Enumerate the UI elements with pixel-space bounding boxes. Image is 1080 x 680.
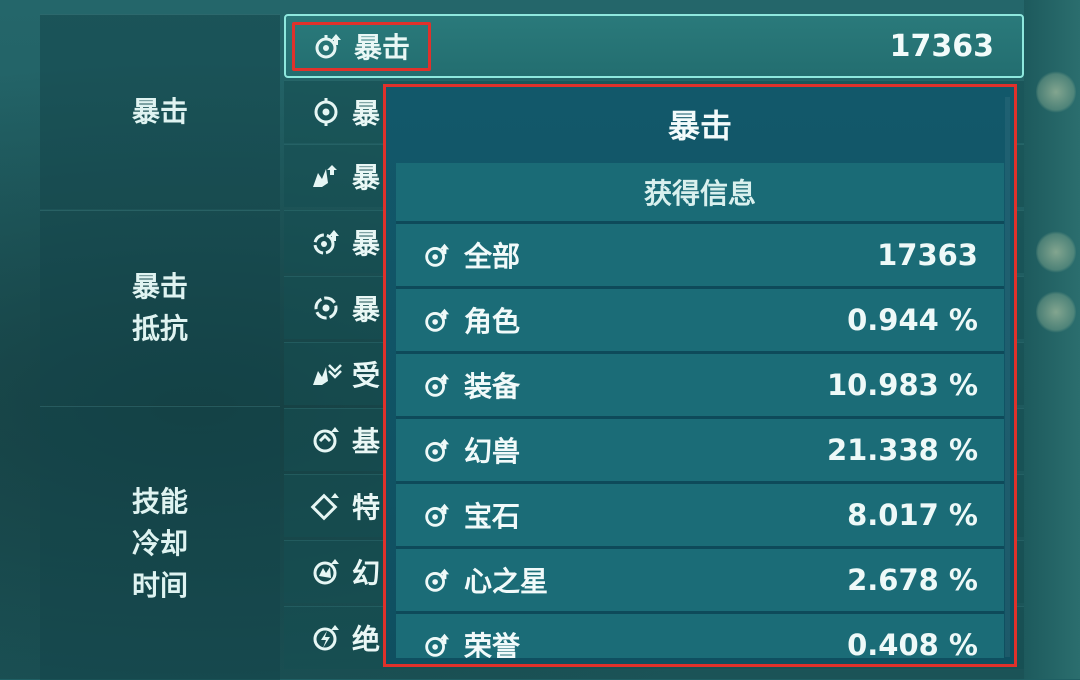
group-label: 技能 冷却 时间: [132, 481, 188, 607]
group-line: 暴击: [131, 95, 188, 128]
stat-label: 基: [352, 425, 381, 458]
source-value: 0.408 %: [847, 628, 978, 658]
cooldown-special-icon: [308, 488, 344, 524]
source-value: 2.678 %: [847, 563, 978, 597]
cooldown-beast-icon: [308, 554, 344, 590]
cooldown-ultimate-icon: [308, 620, 344, 656]
source-name: 装备: [464, 370, 521, 403]
list-item: 全部 17363: [396, 221, 1004, 286]
group-line: 冷却: [131, 526, 188, 560]
ornament-icon: [1036, 290, 1076, 334]
group-line: 暴击: [131, 270, 188, 303]
stat-label: 绝: [352, 623, 381, 656]
crit-target-icon: [308, 94, 344, 130]
group-crit: 暴击: [40, 14, 280, 209]
stat-detail-popup: 暴击 获得信息 全部 17363 角色 0.944 % 装备 10.983 % …: [383, 84, 1017, 667]
list-item: 角色 0.944 %: [396, 286, 1004, 351]
stat-label: 暴: [352, 293, 381, 326]
group-line: 抵抗: [131, 312, 188, 345]
list-item: 宝石 8.017 %: [396, 481, 1004, 546]
group-line: 时间: [131, 568, 188, 602]
source-name: 角色: [464, 305, 521, 338]
stat-label: 暴: [352, 227, 381, 260]
list-item: 荣誉 0.408 %: [396, 611, 1004, 658]
crit-resist-up-icon: [308, 224, 344, 260]
crit-resist-icon: [308, 290, 344, 326]
section-header: 获得信息: [396, 163, 1004, 221]
stat-label: 暴: [352, 97, 381, 130]
source-breakdown-list[interactable]: 获得信息 全部 17363 角色 0.944 % 装备 10.983 % 幻兽 …: [396, 163, 1004, 658]
crit-up-icon: [420, 368, 454, 402]
group-cooldown: 技能 冷却 时间: [40, 406, 280, 680]
source-value: 10.983 %: [826, 368, 978, 402]
crit-up-icon: [420, 498, 454, 532]
ornament-icon: [1036, 70, 1076, 114]
stat-label: 特: [352, 491, 381, 524]
source-name: 全部: [464, 240, 521, 273]
stat-label: 幻: [352, 557, 381, 590]
stat-value: 17363: [889, 28, 994, 64]
crit-up-icon: [420, 433, 454, 467]
source-name: 心之星: [464, 565, 549, 598]
crit-up-icon: [420, 238, 454, 272]
source-value: 17363: [877, 238, 978, 272]
cooldown-basic-icon: [308, 422, 344, 458]
highlight-box: [292, 22, 431, 71]
crit-up-icon: [420, 303, 454, 337]
crit-up-icon: [420, 563, 454, 597]
stat-label: 受: [352, 359, 381, 392]
category-column: 暴击 暴击 抵抗 技能 冷却 时间: [40, 0, 280, 680]
source-value: 21.338 %: [826, 433, 978, 467]
crit-beast-icon: [308, 158, 344, 194]
list-item: 装备 10.983 %: [396, 351, 1004, 416]
group-label: 暴击: [132, 91, 188, 133]
list-item: 幻兽 21.338 %: [396, 416, 1004, 481]
list-item: 心之星 2.678 %: [396, 546, 1004, 611]
ornament-icon: [1036, 230, 1076, 274]
group-crit-resist: 暴击 抵抗: [40, 210, 280, 405]
scrollbar[interactable]: [1005, 97, 1010, 657]
damage-taken-icon: [308, 356, 344, 392]
crit-up-icon: [420, 628, 454, 658]
source-name: 幻兽: [464, 435, 521, 468]
group-line: 技能: [131, 484, 188, 518]
source-value: 0.944 %: [847, 303, 978, 337]
source-name: 宝石: [464, 500, 521, 533]
group-label: 暴击 抵抗: [132, 266, 188, 350]
popup-title: 暴击: [667, 107, 732, 145]
source-value: 8.017 %: [847, 498, 978, 532]
right-edge-decoration: [1024, 0, 1080, 679]
source-name: 荣誉: [464, 630, 521, 658]
stat-label: 暴: [352, 161, 381, 194]
